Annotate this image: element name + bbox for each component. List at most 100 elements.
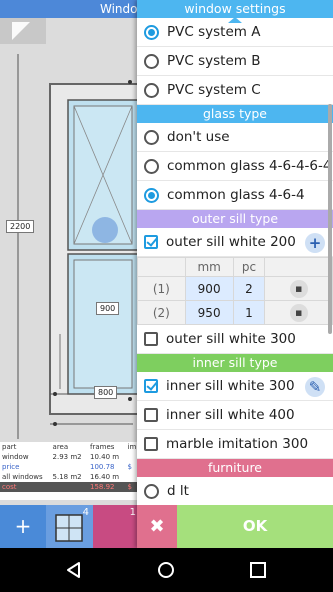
corner-arrow-icon xyxy=(12,22,30,40)
checkbox-icon[interactable] xyxy=(144,332,158,346)
option-outer-sill-300[interactable]: outer sill white 300 xyxy=(137,325,333,354)
window-settings-dialog: window settings PVC system A PVC system … xyxy=(137,0,333,548)
table-corner-right xyxy=(264,257,333,277)
inner-sill-header: inner sill type xyxy=(137,354,333,372)
summary-row-label: price xyxy=(2,463,20,471)
option-label: inner sill white 300 xyxy=(166,378,295,394)
add-sill-button[interactable]: + xyxy=(305,233,325,253)
summary-row-area: 5.18 m2 xyxy=(52,473,82,481)
outer-sill-title: outer sill type xyxy=(191,211,279,226)
window-settings-header: window settings xyxy=(137,0,333,23)
summary-row-label: cost xyxy=(2,483,17,491)
furniture-header: furniture xyxy=(137,459,333,477)
checkbox-icon[interactable] xyxy=(144,408,158,422)
option-label: outer sill white 200 xyxy=(166,234,296,250)
height-dimension-label[interactable]: 2200 xyxy=(6,220,35,233)
summary-row-area: 2.93 m2 xyxy=(52,453,82,461)
checkbox-checked-icon[interactable] xyxy=(144,379,158,393)
option-outer-sill-200[interactable]: outer sill white 200 + xyxy=(137,228,333,257)
option-glass-4-6-4[interactable]: common glass 4-6-4 xyxy=(137,181,333,210)
option-label: outer sill white 300 xyxy=(166,331,296,347)
add-window-button[interactable]: + xyxy=(0,505,46,548)
table-row: (1) 900 2 ▪ xyxy=(137,276,333,301)
checkbox-checked-icon[interactable] xyxy=(144,235,158,249)
option-pvc-system-c[interactable]: PVC system C xyxy=(137,76,333,105)
radio-icon[interactable] xyxy=(144,483,159,499)
edit-pencil-icon[interactable]: ✎ xyxy=(305,377,325,397)
option-furniture-partial[interactable]: d lt xyxy=(137,477,333,505)
summary-table: part area frames im window 2.93 m2 10.40… xyxy=(0,442,140,500)
column-header-pc: pc xyxy=(232,257,266,277)
option-label: PVC system C xyxy=(167,82,261,98)
cancel-button[interactable]: ✖ xyxy=(137,505,177,548)
glass-type-title: glass type xyxy=(203,106,267,121)
outer-sill-size-table: mm pc (1) 900 2 ▪ (2) 950 1 ▪ xyxy=(137,257,333,325)
row-index: (1) xyxy=(137,276,186,301)
option-label: don't use xyxy=(167,129,230,145)
window-list-bar: + 4 1 xyxy=(0,505,140,548)
inner-dimension-label[interactable]: 900 xyxy=(96,302,120,315)
option-marble-imitation-300[interactable]: marble imitation 300 xyxy=(137,430,333,459)
quantity-field[interactable]: 1 xyxy=(232,300,266,325)
option-label: d lt xyxy=(167,483,189,499)
option-no-glass[interactable]: don't use xyxy=(137,123,333,152)
summary-row-frames: 158.92 xyxy=(90,483,115,491)
delete-cell: ▪ xyxy=(264,276,333,301)
width-dimension-label[interactable]: 800 xyxy=(94,386,118,399)
glass-type-header: glass type xyxy=(137,105,333,123)
table-row: (2) 950 1 ▪ xyxy=(137,300,333,325)
option-label: common glass 4-6-4-6-4 xyxy=(167,158,332,174)
row-index: (2) xyxy=(137,300,186,325)
summary-row-label: window xyxy=(2,453,29,461)
option-inner-sill-400[interactable]: inner sill white 400 xyxy=(137,401,333,430)
radio-icon[interactable] xyxy=(144,158,159,174)
option-label: PVC system A xyxy=(167,24,261,40)
delete-cell: ▪ xyxy=(264,300,333,325)
ok-button[interactable]: OK xyxy=(177,505,333,548)
summary-row-frames: 10.40 m xyxy=(90,453,120,461)
summary-header-area: area xyxy=(52,443,69,451)
furniture-title: furniture xyxy=(207,460,263,475)
window-thumbnail-icon xyxy=(55,514,83,542)
radio-selected-icon[interactable] xyxy=(144,24,159,40)
home-icon[interactable] xyxy=(156,560,176,580)
window-settings-title: window settings xyxy=(184,1,286,16)
summary-header-frames: frames xyxy=(90,443,115,451)
quantity-field[interactable]: 2 xyxy=(232,276,266,301)
scrollbar[interactable] xyxy=(328,104,332,334)
settings-scroll-area[interactable]: window settings PVC system A PVC system … xyxy=(137,0,333,505)
length-mm-field[interactable]: 950 xyxy=(184,300,234,325)
dialog-footer: ✖ OK xyxy=(137,505,333,548)
radio-selected-icon[interactable] xyxy=(144,187,159,203)
checkbox-icon[interactable] xyxy=(144,437,158,451)
option-label: PVC system B xyxy=(167,53,261,69)
window-thumbnail[interactable]: 1 xyxy=(93,505,140,548)
window-thumbnail[interactable]: 4 xyxy=(46,505,93,548)
thumbnail-count: 4 xyxy=(82,507,89,518)
option-label: inner sill white 400 xyxy=(166,407,295,423)
summary-row-frames: 16.40 m xyxy=(90,473,120,481)
length-mm-field[interactable]: 900 xyxy=(184,276,234,301)
radio-icon[interactable] xyxy=(144,129,159,145)
column-header-mm: mm xyxy=(184,257,234,277)
inner-sill-title: inner sill type xyxy=(192,355,278,370)
option-pvc-system-b[interactable]: PVC system B xyxy=(137,47,333,76)
summary-header-part: part xyxy=(2,443,17,451)
option-label: common glass 4-6-4 xyxy=(167,187,305,203)
trash-icon[interactable]: ▪ xyxy=(289,303,308,322)
option-glass-4-6-4-6-4[interactable]: common glass 4-6-4-6-4 xyxy=(137,152,333,181)
radio-icon[interactable] xyxy=(144,53,159,69)
back-icon[interactable] xyxy=(64,560,84,580)
option-label: marble imitation 300 xyxy=(166,436,309,452)
recent-apps-icon[interactable] xyxy=(248,560,268,580)
option-inner-sill-300[interactable]: inner sill white 300 ✎ xyxy=(137,372,333,401)
thumbnail-count: 1 xyxy=(129,507,136,518)
editor-title: Windo xyxy=(100,2,138,16)
summary-row-frames: 100.78 xyxy=(90,463,115,471)
option-pvc-system-a[interactable]: PVC system A xyxy=(137,18,333,47)
table-corner xyxy=(137,257,186,277)
trash-icon[interactable]: ▪ xyxy=(289,279,308,298)
editor-corner-handle[interactable] xyxy=(0,18,46,44)
summary-row-area xyxy=(51,482,88,492)
radio-icon[interactable] xyxy=(144,82,159,98)
